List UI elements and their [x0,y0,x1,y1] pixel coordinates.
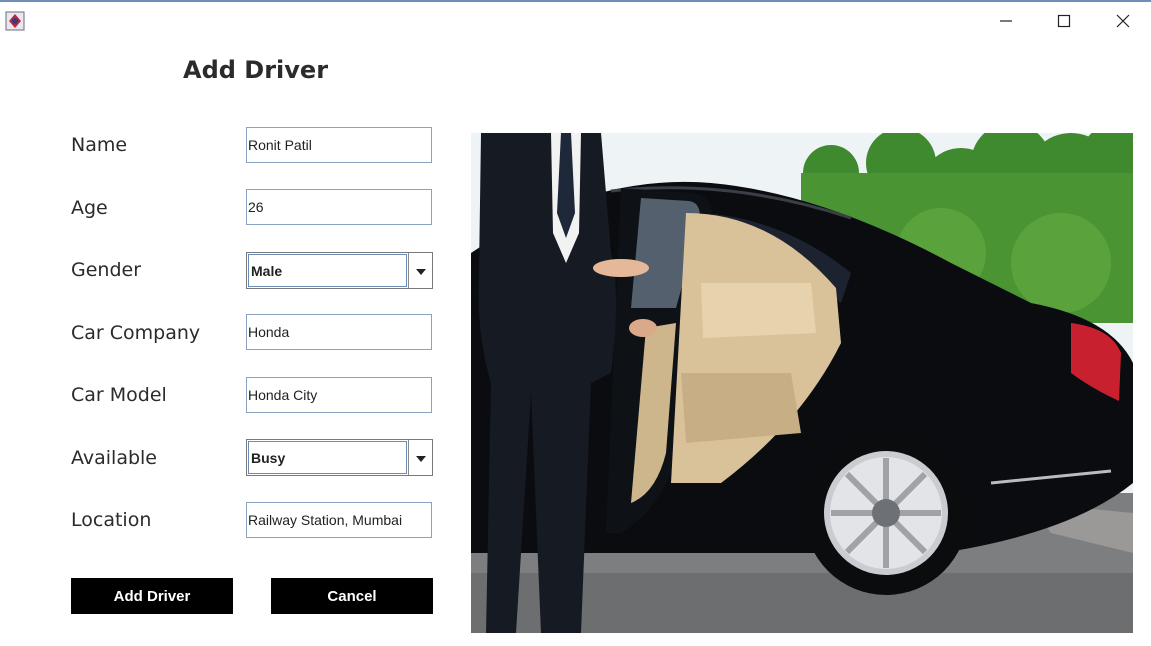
age-input[interactable] [247,190,431,224]
page-title: Add Driver [183,56,329,84]
gender-selected-value: Male [248,254,407,287]
minimize-icon [999,14,1013,28]
available-selected-value: Busy [248,441,407,474]
name-input[interactable] [247,128,431,162]
gender-dropdown-button[interactable] [408,253,432,288]
car-company-field-box [246,314,432,350]
car-model-input[interactable] [247,378,431,412]
available-dropdown-button[interactable] [408,440,432,475]
chevron-down-icon [415,261,427,280]
maximize-button[interactable] [1041,6,1087,36]
location-input[interactable] [247,503,431,537]
window-top-border [0,0,1151,2]
gender-select[interactable]: Male [246,252,433,289]
available-label: Available [71,447,158,469]
available-select[interactable]: Busy [246,439,433,476]
driver-car-photo [471,133,1133,633]
close-button[interactable] [1100,6,1146,36]
location-label: Location [71,509,152,531]
close-icon [1116,14,1130,28]
maximize-icon [1057,14,1071,28]
minimize-button[interactable] [983,6,1029,36]
car-company-input[interactable] [247,315,431,349]
cancel-button[interactable]: Cancel [271,578,433,614]
add-driver-button[interactable]: Add Driver [71,578,233,614]
java-app-icon [5,11,25,31]
car-model-field-box [246,377,432,413]
location-field-box [246,502,432,538]
car-company-label: Car Company [71,322,201,344]
car-model-label: Car Model [71,384,167,406]
car-wheel [804,431,968,595]
name-field-box [246,127,432,163]
name-label: Name [71,134,128,156]
gender-label: Gender [71,259,142,281]
chevron-down-icon [415,448,427,467]
age-field-box [246,189,432,225]
age-label: Age [71,197,108,219]
